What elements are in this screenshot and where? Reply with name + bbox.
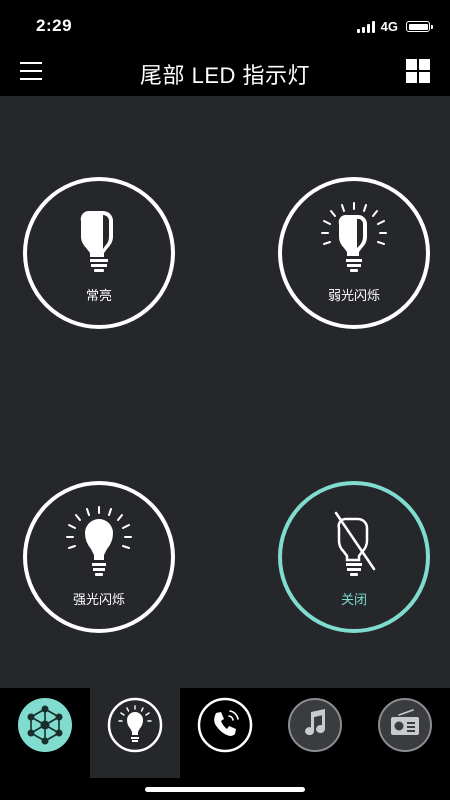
status-time: 2:29 — [36, 16, 73, 35]
mode-label: 常亮 — [85, 288, 112, 303]
grid-icon[interactable] — [406, 59, 430, 83]
status-bar: 2:29 4G — [0, 0, 450, 48]
mode-button-weak-flash[interactable]: 弱光闪烁 — [278, 177, 430, 329]
tab-radio[interactable] — [377, 697, 433, 753]
radio-icon — [378, 698, 432, 752]
status-indicators: 4G — [356, 19, 433, 34]
signal-icon — [356, 20, 375, 33]
tab-led[interactable] — [107, 697, 163, 753]
bulb-off-icon — [334, 511, 376, 576]
mode-label: 弱光闪烁 — [327, 288, 380, 303]
half-bulb-icon — [80, 210, 113, 272]
tab-phone[interactable] — [197, 697, 253, 753]
phone-icon — [197, 697, 253, 753]
nav-bar: 尾部 LED 指示灯 — [0, 48, 450, 96]
bulb-rays-icon — [66, 506, 132, 576]
mode-button-steady[interactable]: 常亮 — [23, 177, 175, 329]
half-bulb-rays-icon — [321, 202, 387, 272]
home-indicator[interactable] — [145, 787, 305, 792]
mode-button-strong-flash[interactable]: 强光闪烁 — [23, 481, 175, 633]
page-title: 尾部 LED 指示灯 — [139, 63, 311, 88]
mode-button-off[interactable]: 关闭 — [278, 481, 430, 633]
mode-label: 强光闪烁 — [72, 592, 125, 607]
tab-network[interactable] — [17, 697, 73, 753]
mode-label: 关闭 — [340, 592, 367, 607]
battery-icon — [406, 21, 433, 32]
network-icon — [18, 698, 72, 752]
tab-music[interactable] — [287, 697, 343, 753]
music-icon — [288, 698, 342, 752]
bulb-icon — [107, 697, 163, 753]
network-label: 4G — [380, 19, 398, 34]
